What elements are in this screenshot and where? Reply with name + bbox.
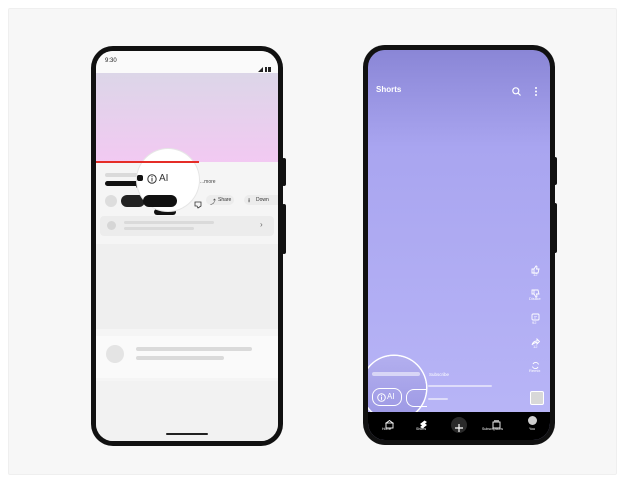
action-label: Dislike	[529, 296, 541, 301]
action-label: 92	[532, 320, 537, 325]
signal-battery-icon	[258, 59, 272, 72]
dislike-icon[interactable]	[194, 196, 202, 214]
description-line	[428, 385, 492, 387]
content-area	[96, 381, 278, 441]
nav-home[interactable]: Home	[382, 416, 398, 436]
channel-avatar[interactable]	[105, 195, 117, 207]
share-icon: ⤴	[210, 200, 217, 206]
nav-you[interactable]: You	[526, 416, 540, 436]
share-label: Share	[218, 197, 232, 203]
status-bar	[96, 51, 278, 73]
action-label: 12	[533, 344, 538, 349]
nav-label: You	[529, 427, 535, 431]
action-like[interactable]: 12	[529, 261, 543, 281]
nav-label: Home	[382, 427, 392, 431]
nav-label: Shorts	[416, 427, 427, 431]
download-label: Down	[256, 197, 269, 203]
phone-right: Shorts 12 Dislike 92 12 Remix AI Subscri…	[363, 45, 557, 445]
side-button	[553, 157, 557, 185]
ai-label: AI	[387, 391, 395, 401]
chevron-right-icon: ›	[260, 220, 263, 229]
download-icon: ⭳	[248, 198, 251, 204]
nav-create[interactable]	[451, 417, 467, 433]
list-item[interactable]	[96, 336, 278, 378]
share-button[interactable]: ⤴ Share	[206, 195, 234, 206]
download-button[interactable]: ⭳ Down	[244, 195, 278, 205]
bottom-nav: Home Shorts Subscriptions You	[368, 412, 550, 440]
ai-label: AI	[159, 173, 169, 184]
item-line	[136, 347, 252, 351]
nav-shorts[interactable]: Shorts	[416, 416, 432, 436]
create-icon	[454, 420, 464, 438]
item-line	[124, 221, 214, 224]
nav-subscriptions[interactable]: Subscriptions	[482, 416, 510, 436]
item-avatar	[106, 345, 124, 363]
item-line	[124, 227, 194, 230]
action-label: 12	[533, 272, 538, 277]
action-share[interactable]: 12	[529, 333, 543, 353]
action-remix[interactable]: Remix	[529, 357, 547, 377]
shorts-icon	[419, 416, 428, 434]
ai-badge[interactable]: AI	[372, 388, 402, 406]
info-icon	[377, 392, 386, 402]
action-dislike[interactable]: Dislike	[529, 285, 547, 305]
screen-right: Shorts 12 Dislike 92 12 Remix AI Subscri…	[368, 50, 550, 440]
content-area	[96, 244, 278, 329]
sound-thumbnail[interactable]	[530, 391, 544, 405]
more-link[interactable]: ...more	[200, 179, 216, 185]
home-indicator	[166, 433, 208, 435]
side-button	[282, 158, 286, 186]
phone-left: 9:30 ...more ⤴ Share ⭳ Down AI ›	[91, 46, 286, 446]
screen-left: 9:30 ...more ⤴ Share ⭳ Down AI ›	[96, 51, 278, 441]
nav-label: Subscriptions	[482, 427, 504, 431]
action-comment[interactable]: 92	[529, 309, 543, 329]
item-avatar	[107, 221, 116, 230]
side-button	[553, 203, 557, 253]
action-label: Remix	[529, 368, 541, 373]
video-player[interactable]	[96, 73, 278, 162]
search-icon[interactable]	[512, 83, 521, 101]
side-button	[282, 204, 286, 254]
magnifier-lens: AI	[368, 356, 427, 420]
subscribe-button[interactable]: Subscribe	[429, 372, 449, 377]
subscriptions-icon	[492, 416, 501, 434]
info-icon	[147, 174, 157, 184]
item-line	[136, 356, 224, 360]
you-icon	[528, 416, 537, 425]
home-icon	[385, 416, 394, 434]
more-vert-icon[interactable]	[534, 83, 538, 101]
magnifier-lens: AI	[137, 149, 199, 211]
description-line	[428, 398, 448, 400]
shorts-title: Shorts	[376, 85, 402, 94]
list-item[interactable]: ›	[100, 216, 274, 236]
status-time: 9:30	[105, 58, 117, 64]
